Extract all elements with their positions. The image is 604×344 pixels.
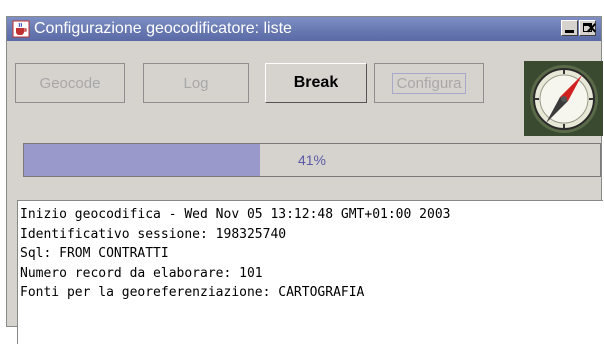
- break-label: Break: [293, 74, 339, 91]
- compass-icon: [524, 61, 603, 136]
- log-button[interactable]: Log: [143, 63, 249, 103]
- minimize-button[interactable]: [561, 20, 578, 36]
- geocoder-window: Configurazione geocodificatore: liste × …: [6, 16, 603, 344]
- log-area[interactable]: Inizio geocodifica - Wed Nov 05 13:12:48…: [17, 200, 603, 344]
- break-button[interactable]: Break: [265, 63, 367, 103]
- log-line: Identificativo sessione: 198325740: [20, 226, 287, 242]
- window-title: Configurazione geocodificatore: liste: [34, 20, 292, 37]
- log-line: Fonti per la georeferenziazione: CARTOGR…: [20, 285, 365, 300]
- configura-button[interactable]: Configura: [374, 63, 484, 103]
- java-cup-icon: [12, 20, 30, 38]
- log-label: Log: [183, 74, 209, 92]
- configura-label: Configura: [392, 72, 466, 94]
- progress-label: 41%: [297, 152, 327, 168]
- log-line: Inizio geocodifica - Wed Nov 05 13:12:48…: [20, 207, 451, 222]
- log-line: Sql: FROM CONTRATTI: [20, 246, 169, 261]
- minimize-icon: [565, 30, 574, 33]
- geocode-button[interactable]: Geocode: [15, 63, 125, 103]
- close-button[interactable]: ×: [583, 18, 600, 38]
- log-line: Numero record da elaborare: 101: [20, 265, 263, 281]
- title-bar[interactable]: Configurazione geocodificatore: liste ×: [7, 17, 601, 41]
- progress-bar: 41%: [23, 143, 601, 177]
- geocode-label: Geocode: [39, 74, 101, 92]
